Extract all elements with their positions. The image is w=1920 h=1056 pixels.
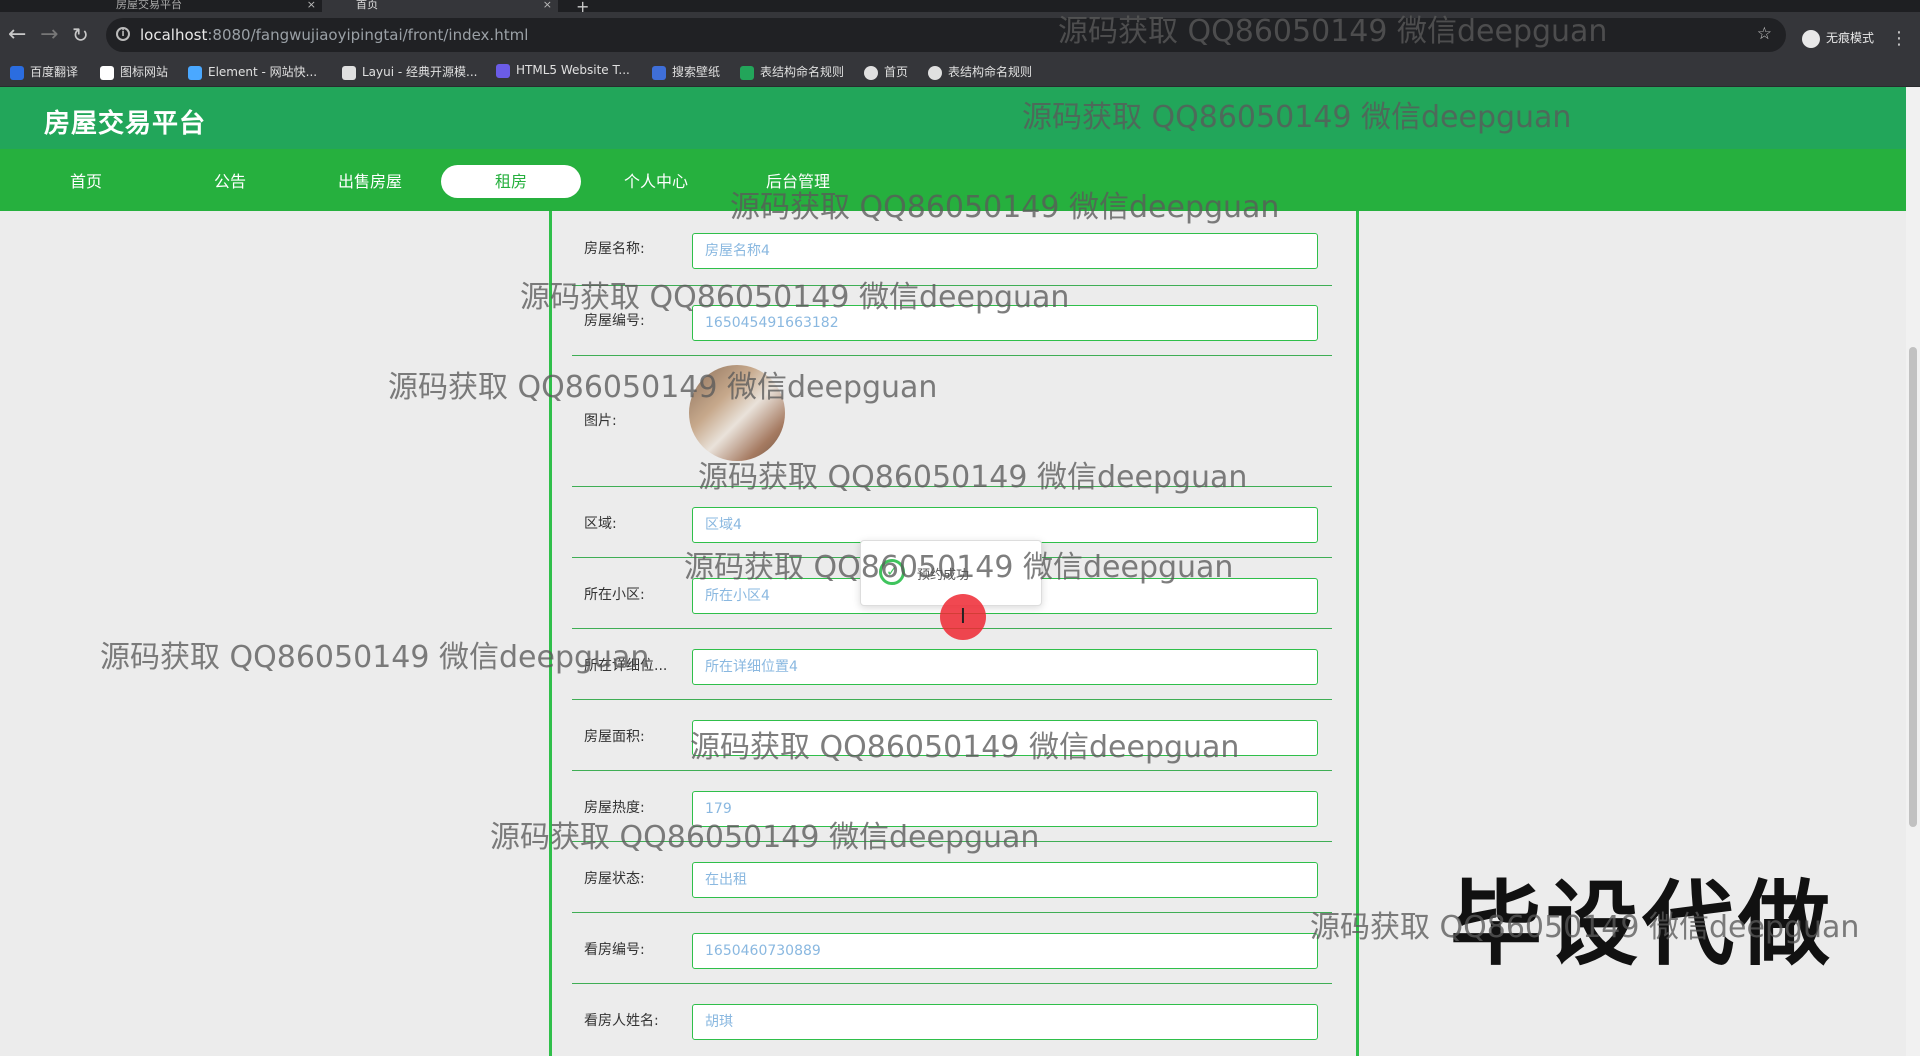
browser-tab-active[interactable]: 首页 × [322, 0, 558, 12]
url-path: :8080/fangwujiaoyipingtai/front/index.ht… [207, 26, 529, 44]
browser-tab[interactable]: 房屋交易平台 × [90, 0, 322, 12]
back-icon[interactable]: ← [8, 24, 26, 46]
house-code-input[interactable]: 165045491663182 [692, 305, 1318, 341]
forward-icon[interactable]: → [40, 24, 58, 46]
reload-icon[interactable]: ↻ [72, 24, 89, 46]
nav-sell-house[interactable]: 出售房屋 [300, 165, 440, 198]
house-name-label: 房屋名称: [584, 241, 645, 257]
scrollbar-thumb[interactable] [1909, 347, 1917, 827]
click-indicator: I [940, 594, 986, 640]
bookmark-item[interactable]: 搜索壁纸 [652, 63, 720, 80]
element-icon [188, 65, 202, 80]
globe-icon [864, 65, 878, 80]
bookmark-label: HTML5 Website T... [516, 63, 630, 77]
viewer-name-input[interactable]: 胡琪 [692, 1004, 1318, 1040]
form-row-photo: 图片: [572, 355, 1332, 487]
globe-icon [928, 65, 942, 80]
nav-personal-center[interactable]: 个人中心 [586, 165, 726, 198]
incognito-icon [1801, 29, 1820, 48]
bookmark-label: Layui - 经典开源模... [362, 65, 478, 79]
url-host: localhost [140, 26, 208, 44]
close-icon[interactable]: × [543, 0, 552, 10]
bookmark-item[interactable]: Layui - 经典开源模... [342, 63, 477, 80]
status-label: 房屋状态: [584, 871, 645, 887]
bookmark-item[interactable]: 百度翻译 [10, 63, 78, 80]
form-row-address: 所在详细位... 所在详细位置4 [572, 628, 1332, 700]
bookmark-item[interactable]: Element - 网站快... [188, 63, 317, 80]
url-input[interactable]: i localhost:8080/fangwujiaoyipingtai/fro… [106, 18, 1786, 52]
form-row-viewing-code: 看房编号: 1650460730889 [572, 912, 1332, 984]
form-row-heat: 房屋热度: 179 [572, 770, 1332, 842]
layui-icon [342, 65, 356, 80]
text-cursor-icon: I [960, 604, 966, 628]
heat-input[interactable]: 179 [692, 791, 1318, 827]
close-icon[interactable]: × [307, 0, 316, 10]
flag-icon [100, 65, 114, 80]
site-title[interactable]: 房屋交易平台 [44, 103, 206, 140]
status-input[interactable]: 在出租 [692, 862, 1318, 898]
form-row-viewer-name: 看房人姓名: 胡琪 [572, 983, 1332, 1054]
incognito-label: 无痕模式 [1825, 31, 1874, 45]
nav-admin[interactable]: 后台管理 [728, 165, 868, 198]
bookmark-star-icon[interactable]: ☆ [1757, 24, 1772, 44]
house-code-label: 房屋编号: [584, 313, 645, 329]
menu-icon[interactable]: ⋮ [1890, 28, 1908, 49]
bookmark-label: 百度翻译 [30, 65, 79, 79]
form-row-house-code: 房屋编号: 165045491663182 [572, 285, 1332, 356]
nav-rent[interactable]: 租房 [441, 165, 581, 198]
bookmark-item[interactable]: 表结构命名规则 [740, 63, 844, 80]
promo-badge-text: 毕设代做 [1450, 871, 1835, 978]
bookmark-label: 图标网站 [120, 65, 169, 79]
viewing-code-input[interactable]: 1650460730889 [692, 933, 1318, 969]
size-input[interactable] [692, 720, 1318, 756]
tab-title: 首页 [356, 0, 378, 11]
page-scrollbar[interactable] [1906, 87, 1920, 1056]
bookmark-label: 表结构命名规则 [760, 65, 845, 79]
info-icon[interactable]: i [116, 27, 130, 41]
bookmark-item[interactable]: 表结构命名规则 [928, 63, 1032, 80]
bookmarks-bar: 百度翻译 图标网站 Element - 网站快... Layui - 经典开源模… [0, 58, 1920, 87]
success-check-icon: ✓ [879, 559, 905, 585]
address-input[interactable]: 所在详细位置4 [692, 649, 1318, 685]
html5-icon [496, 63, 510, 78]
community-label: 所在小区: [584, 587, 645, 603]
house-name-input[interactable]: 房屋名称4 [692, 233, 1318, 269]
bookmark-label: 表结构命名规则 [948, 65, 1033, 79]
nav-notice[interactable]: 公告 [160, 165, 300, 198]
area-label: 区域: [584, 516, 617, 532]
photo-label: 图片: [584, 413, 617, 429]
form-row-house-name: 房屋名称: 房屋名称4 [572, 211, 1332, 286]
form-row-size: 房屋面积: [572, 699, 1332, 771]
size-label: 房屋面积: [584, 729, 645, 745]
main-nav: 首页 公告 出售房屋 租房 个人中心 后台管理 [0, 149, 1906, 211]
heat-label: 房屋热度: [584, 800, 645, 816]
site-header: 房屋交易平台 [0, 87, 1906, 149]
toast-message: 预约成功 [917, 568, 970, 583]
bookmark-item[interactable]: 图标网站 [100, 63, 168, 80]
viewing-code-label: 看房编号: [584, 942, 645, 958]
address-bar-area: ← → ↻ i localhost:8080/fangwujiaoyipingt… [0, 12, 1920, 64]
address-label: 所在详细位... [584, 658, 668, 674]
wallpaper-icon [652, 65, 666, 80]
url-text: localhost:8080/fangwujiaoyipingtai/front… [140, 26, 528, 44]
area-input[interactable]: 区域4 [692, 507, 1318, 543]
nav-home[interactable]: 首页 [16, 165, 156, 198]
browser-tab-strip: 房屋交易平台 × 首页 × + [0, 0, 1920, 16]
bookmark-label: 首页 [884, 65, 909, 79]
bookmark-item[interactable]: 首页 [864, 63, 908, 80]
bookmark-label: 搜索壁纸 [672, 65, 721, 79]
bookmark-item[interactable]: HTML5 Website T... [496, 63, 630, 78]
translate-icon [10, 65, 24, 80]
bookmark-label: Element - 网站快... [208, 65, 318, 79]
viewer-name-label: 看房人姓名: [584, 1013, 659, 1029]
house-photo[interactable] [689, 365, 785, 461]
tab-title: 房屋交易平台 [116, 0, 182, 11]
form-row-status: 房屋状态: 在出租 [572, 841, 1332, 913]
incognito-indicator[interactable]: 无痕模式 [1801, 29, 1874, 48]
sheet-icon [740, 65, 754, 80]
